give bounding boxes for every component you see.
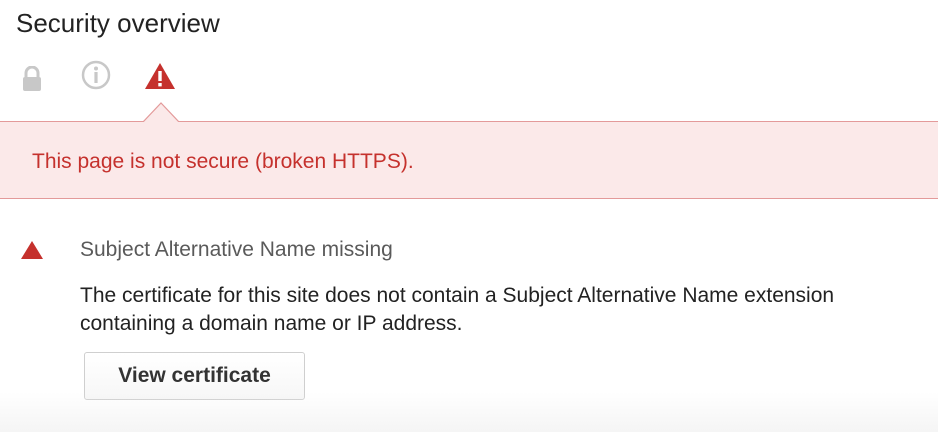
issue-title: Subject Alternative Name missing [80, 238, 393, 261]
warning-icon [144, 62, 176, 95]
lock-icon [21, 65, 43, 97]
bottom-fade [0, 392, 938, 432]
issue-description: The certificate for this site does not c… [80, 284, 835, 335]
security-overview-panel: Security overview This page is not secur… [0, 0, 938, 432]
security-status-banner: This page is not secure (broken HTTPS). [0, 121, 938, 199]
info-icon [81, 60, 111, 95]
security-status-text: This page is not secure (broken HTTPS). [32, 150, 414, 173]
page-title: Security overview [16, 8, 220, 38]
banner-pointer [143, 102, 179, 122]
security-state-icons [0, 56, 300, 102]
warning-triangle-icon [21, 241, 43, 264]
